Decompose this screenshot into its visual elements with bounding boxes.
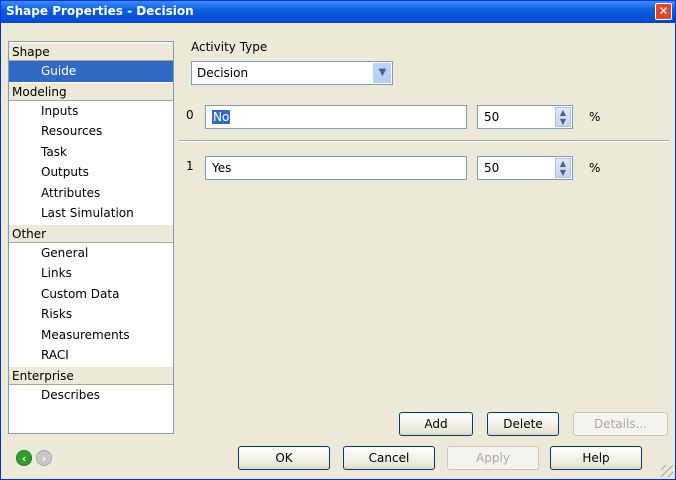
title-bar[interactable]: Shape Properties - Decision ✕	[1, 1, 675, 23]
row-separator	[179, 140, 669, 142]
outcome-name-input[interactable]: No	[205, 105, 467, 129]
apply-button[interactable]: Apply	[447, 446, 539, 470]
nav-item-last-simulation[interactable]: Last Simulation	[9, 203, 173, 224]
nav-group-shape[interactable]: Shape	[9, 42, 173, 61]
ok-button[interactable]: OK	[238, 446, 330, 470]
activity-type-select[interactable]: Decision ▼	[191, 61, 393, 85]
outcome-index: 0	[186, 108, 194, 122]
percent-unit-label: %	[589, 161, 601, 175]
nav-item-attributes[interactable]: Attributes	[9, 183, 173, 204]
dialog-window: Shape Properties - Decision ✕ Shape Guid…	[0, 0, 676, 480]
nav-item-measurements[interactable]: Measurements	[9, 325, 173, 346]
nav-group-modeling[interactable]: Modeling	[9, 81, 173, 101]
nav-item-task[interactable]: Task	[9, 142, 173, 163]
nav-item-guide[interactable]: Guide	[9, 61, 173, 82]
help-button[interactable]: Help	[550, 446, 642, 470]
forward-arrow-icon[interactable]: ›	[36, 450, 52, 466]
nav-group-other[interactable]: Other	[9, 223, 173, 243]
resize-grip-icon[interactable]	[661, 465, 673, 477]
back-arrow-icon[interactable]: ‹	[16, 450, 32, 466]
outcome-name-input[interactable]: Yes	[205, 156, 467, 180]
nav-item-custom-data[interactable]: Custom Data	[9, 284, 173, 305]
nav-item-raci[interactable]: RACI	[9, 345, 173, 366]
nav-item-links[interactable]: Links	[9, 263, 173, 284]
window-title: Shape Properties - Decision	[6, 4, 194, 18]
close-button[interactable]: ✕	[655, 3, 672, 20]
spin-arrows-icon[interactable]: ▲ ▼	[555, 158, 571, 178]
close-icon: ✕	[658, 4, 669, 18]
nav-item-general[interactable]: General	[9, 243, 173, 264]
add-button[interactable]: Add	[399, 412, 473, 436]
nav-item-inputs[interactable]: Inputs	[9, 101, 173, 122]
spin-arrows-icon[interactable]: ▲ ▼	[555, 107, 571, 127]
outcome-percent-spinner[interactable]: 50 ▲ ▼	[477, 156, 573, 180]
outcome-index: 1	[186, 159, 194, 173]
nav-item-outputs[interactable]: Outputs	[9, 162, 173, 183]
activity-type-value: Decision	[197, 66, 249, 80]
nav-item-describes[interactable]: Describes	[9, 385, 173, 406]
nav-item-resources[interactable]: Resources	[9, 121, 173, 142]
cancel-button[interactable]: Cancel	[343, 446, 435, 470]
outcome-percent-spinner[interactable]: 50 ▲ ▼	[477, 105, 573, 129]
activity-type-label: Activity Type	[191, 40, 268, 54]
outcome-percent-value: 50	[484, 110, 500, 124]
delete-button[interactable]: Delete	[487, 412, 559, 436]
nav-group-enterprise[interactable]: Enterprise	[9, 365, 173, 385]
chevron-down-icon[interactable]: ▼	[373, 63, 391, 83]
nav-item-risks[interactable]: Risks	[9, 304, 173, 325]
outcome-name-value: No	[212, 110, 231, 124]
outcome-percent-value: 50	[484, 161, 500, 175]
percent-unit-label: %	[589, 110, 601, 124]
outcome-name-value: Yes	[212, 161, 232, 175]
category-tree[interactable]: Shape Guide Modeling Inputs Resources Ta…	[8, 41, 174, 434]
details-button[interactable]: Details...	[573, 412, 668, 436]
